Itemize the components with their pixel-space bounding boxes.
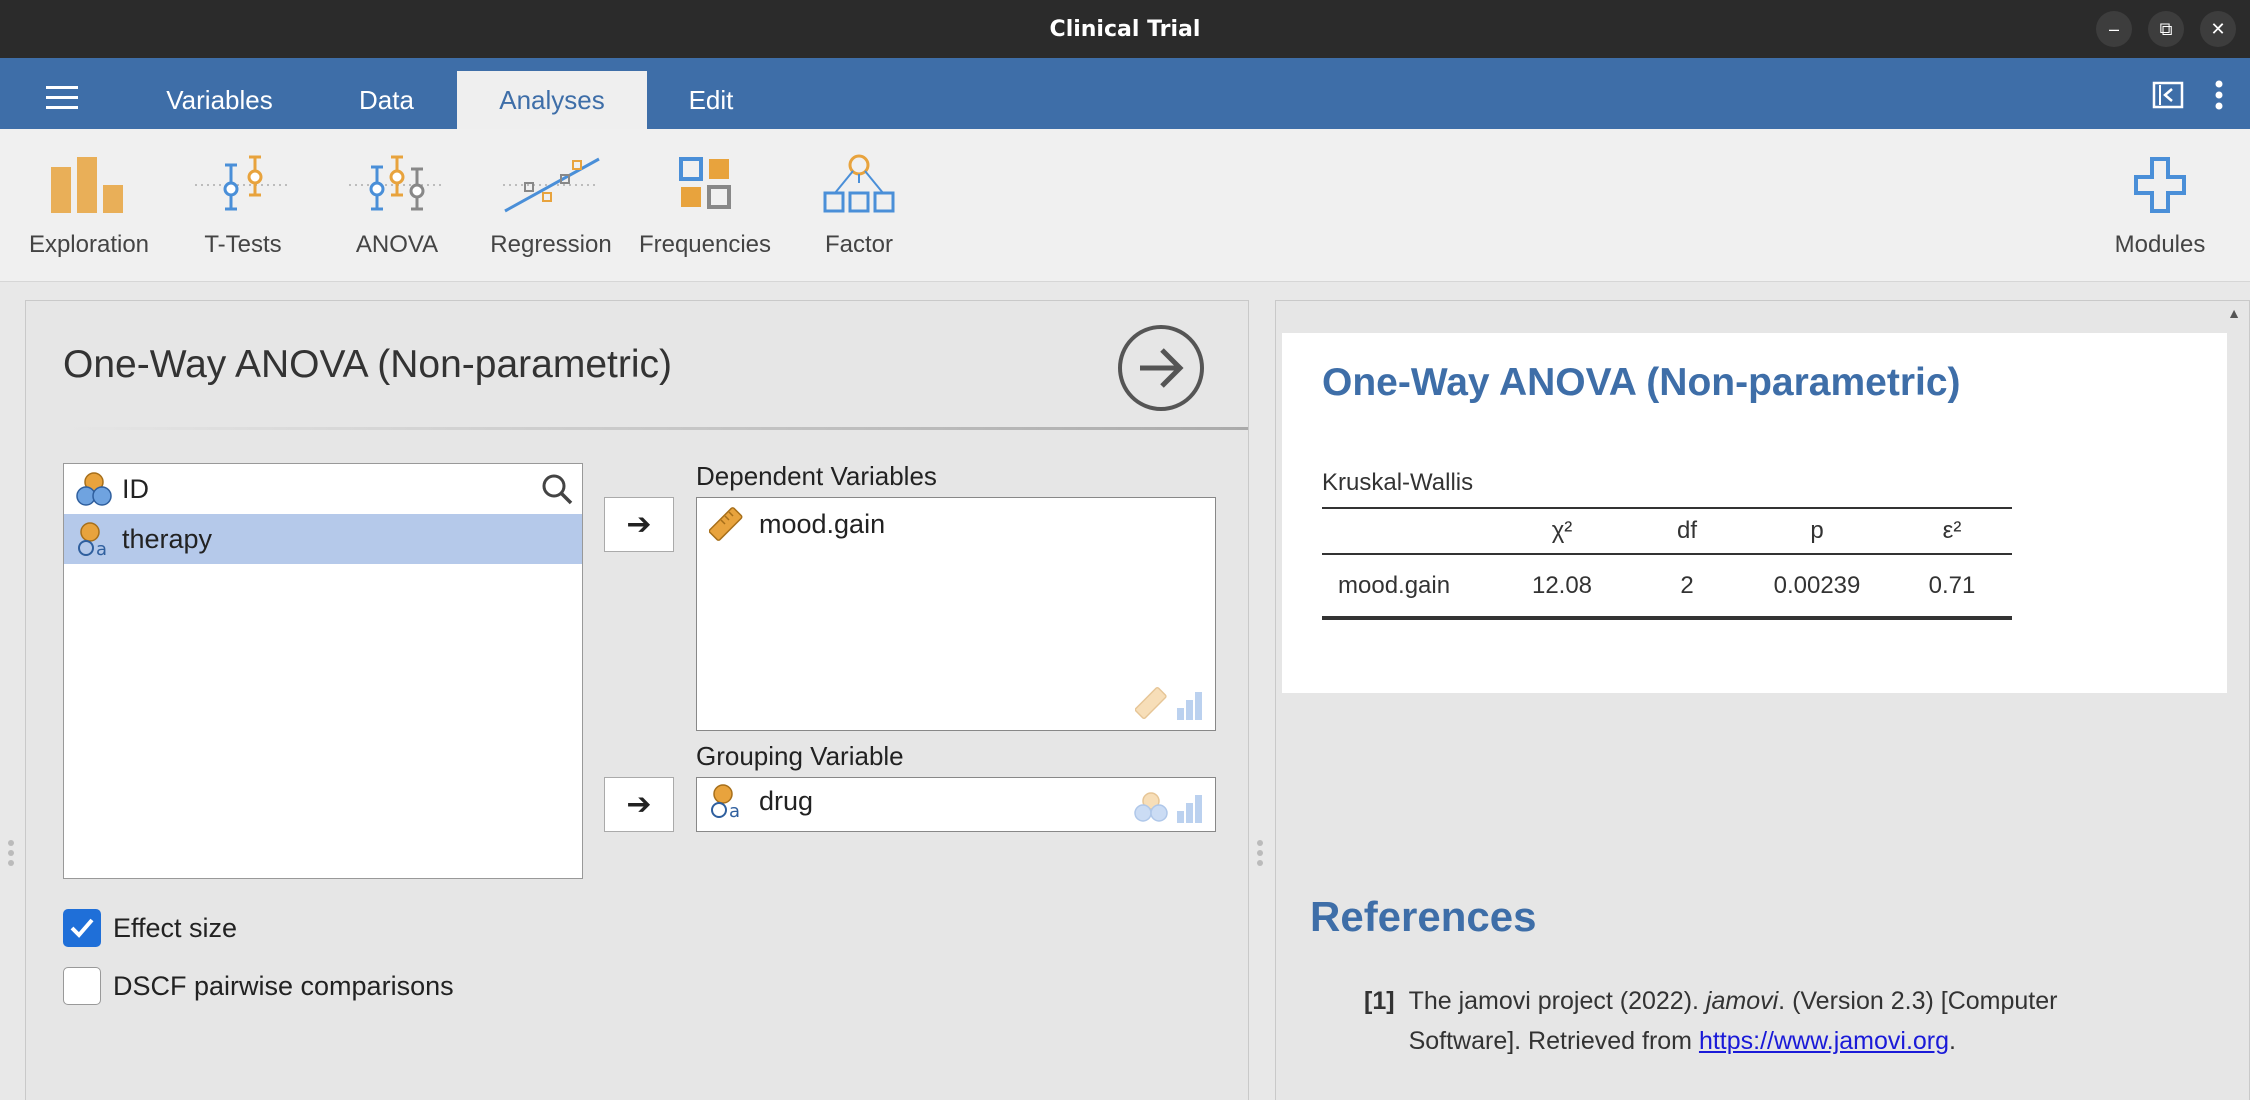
effect-size-label: Effect size <box>113 912 238 943</box>
dependent-variables-box[interactable]: mood.gain <box>696 497 1216 731</box>
list-item[interactable]: ID <box>64 464 582 514</box>
bar-chart-type-icon <box>1177 692 1202 720</box>
column-header: df <box>1632 507 1742 555</box>
options-title: One-Way ANOVA (Non-parametric) <box>63 343 672 386</box>
dscf-label: DSCF pairwise comparisons <box>113 970 454 1001</box>
grouping-variable-label: Grouping Variable <box>696 741 904 771</box>
checkmark-icon <box>70 918 94 938</box>
hamburger-menu-icon[interactable] <box>46 86 78 110</box>
grouping-variable-box[interactable]: a drug <box>696 777 1216 832</box>
close-button[interactable]: ✕ <box>2200 11 2236 47</box>
variable-name: drug <box>759 785 814 816</box>
panel-splitter-handle[interactable] <box>1257 840 1265 870</box>
table-title: Kruskal-Wallis <box>1322 469 1474 496</box>
column-header: p <box>1742 507 1892 555</box>
tab-variables[interactable]: Variables <box>142 71 297 129</box>
title-divider <box>63 427 1248 430</box>
table-cell: 0.71 <box>1892 554 2012 620</box>
minimize-button[interactable]: – <box>2096 11 2132 47</box>
column-header: χ² <box>1492 507 1632 555</box>
menu-bar: Variables Data Analyses Edit <box>0 58 2250 129</box>
dscf-option[interactable]: DSCF pairwise comparisons <box>63 967 454 1005</box>
id-variable-icon <box>76 472 112 506</box>
window-title: Clinical Trial <box>1049 16 1201 42</box>
dscf-checkbox[interactable] <box>63 967 101 1005</box>
search-icon[interactable] <box>540 472 574 506</box>
reference-text: The jamovi project (2022). jamovi. (Vers… <box>1409 981 2124 1061</box>
nominal-variable-icon: a <box>711 784 740 819</box>
move-to-dependent-button[interactable]: ➔ <box>604 497 674 552</box>
collapse-panel-icon[interactable] <box>2152 81 2184 109</box>
svg-text:a: a <box>729 801 740 819</box>
anova-icon <box>349 155 445 211</box>
restore-button[interactable]: ⧉ <box>2148 11 2184 47</box>
reference-entry: [1] The jamovi project (2022). jamovi. (… <box>1364 981 2124 1061</box>
available-variables-list[interactable]: ID a therapy <box>63 463 583 879</box>
run-analysis-button[interactable] <box>1118 325 1204 411</box>
more-options-icon[interactable] <box>2214 80 2224 110</box>
reference-italic: jamovi <box>1705 987 1779 1015</box>
analyses-ribbon: Exploration T-Tests ANOVA Regression Fre… <box>0 129 2250 282</box>
table-cell: 12.08 <box>1492 554 1632 620</box>
results-panel: ▲ One-Way ANOVA (Non-parametric) Kruskal… <box>1275 300 2250 1100</box>
kruskal-wallis-table: χ² df p ε² mood.gain 12.08 2 0.00239 0.7… <box>1322 507 2012 620</box>
reference-end: . <box>1949 1027 1956 1055</box>
list-item[interactable]: mood.gain <box>697 498 1215 550</box>
tab-analyses[interactable]: Analyses <box>457 71 647 129</box>
effect-size-checkbox[interactable] <box>63 909 101 947</box>
regression-icon <box>503 157 600 213</box>
table-cell: mood.gain <box>1322 554 1492 620</box>
bar-chart-type-icon <box>1177 795 1202 823</box>
ribbon-frequencies[interactable]: Frequencies <box>630 153 780 259</box>
nominal-type-icon <box>1134 792 1168 822</box>
list-item[interactable]: a therapy <box>64 514 582 564</box>
results-title: One-Way ANOVA (Non-parametric) <box>1322 361 1961 404</box>
continuous-variable-icon <box>709 507 743 541</box>
tab-edit[interactable]: Edit <box>670 71 752 129</box>
t-tests-icon <box>195 155 291 211</box>
ribbon-modules[interactable]: Modules <box>2085 153 2235 259</box>
svg-text:a: a <box>96 539 107 557</box>
table-cell: 2 <box>1632 554 1742 620</box>
column-header <box>1322 507 1492 555</box>
table-cell: 0.00239 <box>1742 554 1892 620</box>
ribbon-factor[interactable]: Factor <box>784 153 934 259</box>
factor-icon <box>823 154 895 213</box>
ribbon-exploration[interactable]: Exploration <box>14 153 164 259</box>
variable-name: mood.gain <box>759 508 886 539</box>
reference-number: [1] <box>1364 987 1395 1015</box>
move-to-grouping-button[interactable]: ➔ <box>604 777 674 832</box>
effect-size-option[interactable]: Effect size <box>63 909 237 947</box>
plus-icon <box>2134 157 2186 213</box>
results-card: One-Way ANOVA (Non-parametric) Kruskal-W… <box>1282 333 2227 693</box>
tab-data[interactable]: Data <box>330 71 443 129</box>
table-row: mood.gain 12.08 2 0.00239 0.71 <box>1322 554 2012 620</box>
arrow-right-icon <box>1140 348 1184 388</box>
ribbon-t-tests[interactable]: T-Tests <box>168 153 318 259</box>
variable-name: ID <box>122 473 149 504</box>
reference-text-before: The jamovi project (2022). <box>1408 987 1706 1015</box>
references-title: References <box>1310 893 1537 940</box>
table-header-row: χ² df p ε² <box>1322 507 2012 555</box>
allowed-types-hint <box>1135 686 1205 720</box>
continuous-type-icon <box>1135 687 1167 719</box>
left-splitter-handle[interactable] <box>8 840 16 870</box>
scroll-up-arrow-icon[interactable]: ▲ <box>2227 305 2241 321</box>
frequencies-icon <box>679 157 731 209</box>
ribbon-regression[interactable]: Regression <box>476 153 626 259</box>
ribbon-anova[interactable]: ANOVA <box>322 153 472 259</box>
dependent-variables-label: Dependent Variables <box>696 461 937 491</box>
column-header: ε² <box>1892 507 2012 555</box>
nominal-variable-icon: a <box>78 522 107 557</box>
variable-name: therapy <box>122 523 213 554</box>
exploration-icon <box>51 157 123 213</box>
jamovi-link[interactable]: https://www.jamovi.org <box>1699 1027 1949 1055</box>
analysis-options-panel: One-Way ANOVA (Non-parametric) ID a ther… <box>25 300 1249 1100</box>
title-bar: Clinical Trial – ⧉ ✕ <box>0 0 2250 58</box>
allowed-types-hint <box>1133 791 1205 823</box>
